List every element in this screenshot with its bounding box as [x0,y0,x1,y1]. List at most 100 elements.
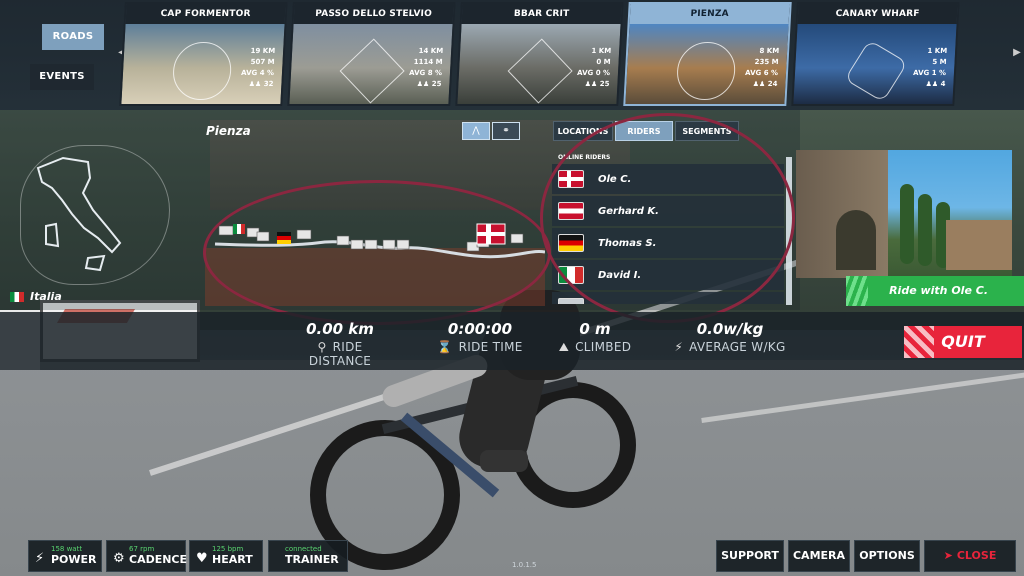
route-elevation: 507 M [250,58,275,66]
route-distance: 14 KM [418,47,444,55]
route-card[interactable]: PIENZA 8 KM 235 M AVG 6 % ♟♟ 24 [623,2,792,106]
roads-tab[interactable]: ROADS [42,24,104,50]
route-avg-grade: AVG 4 % [240,69,275,77]
power-value: 158 watt [51,545,83,553]
climbed-label: CLIMBED [575,340,632,354]
route-rider-count: 4 [940,80,946,88]
stat-average-wkg: 0.0w/kg ⚡ AVERAGE W/KG [670,320,790,354]
route-title: BBAR CRIT [461,4,622,24]
heart-label: HEART [212,553,253,566]
riders-icon: ♟♟ [416,80,432,88]
trainer-status: connected [285,545,322,553]
route-card[interactable]: BBAR CRIT 1 KM 0 M AVG 0 % ♟♟ 25 [455,2,624,106]
route-title: CANARY WHARF [797,4,958,24]
average-wkg-value: 0.0w/kg [696,320,764,338]
preview-arch [836,210,876,270]
route-elevation: 0 M [596,58,611,66]
stat-ride-distance: 0.00 km ⚲ RIDE DISTANCE [285,320,395,368]
trainer-sensor-button[interactable]: connected TRAINER [268,540,348,572]
riders-icon: ♟♟ [248,80,264,88]
route-rider-count: 25 [599,80,610,88]
ride-with-button[interactable]: Ride with Ole C. [846,276,1024,306]
heart-value: 125 bpm [212,545,244,553]
route-stats: 1 KM 0 M AVG 0 % ♟♟ 25 [576,46,611,90]
country-name: Italia [30,290,62,303]
highlight-ellipse-profile [203,180,551,325]
route-distance: 19 KM [250,47,276,55]
highlight-ellipse-riders [540,113,795,323]
route-distance: 8 KM [759,47,780,55]
app-version: 1.0.1.5 [512,561,537,569]
camera-button[interactable]: CAMERA [788,540,850,572]
trainer-label: TRAINER [285,553,339,566]
route-name: Pienza [206,124,251,138]
route-distance: 1 KM [927,47,948,55]
bike-view-icon[interactable]: ⚭ [492,122,520,140]
location-pin-icon: ⚲ [317,340,327,354]
route-avg-grade: AVG 0 % [576,69,611,77]
gear-icon: ⚙ [113,551,125,566]
support-button[interactable]: SUPPORT [716,540,784,572]
close-logo-icon: ➤ [943,549,953,562]
power-label: POWER [51,553,97,566]
route-distance: 1 KM [591,47,612,55]
events-tab[interactable]: EVENTS [30,64,94,90]
route-title: PASSO DELLO STELVIO [293,4,454,24]
riders-icon: ♟♟ [925,80,941,88]
country-flag-icon [558,298,584,304]
lightning-icon: ⚡ [35,551,45,566]
rider-shoe [480,450,528,472]
heart-icon: ♥ [196,551,208,566]
quit-label: QUIT [941,332,985,351]
mountain-icon: ⛰ [558,340,570,354]
cadence-value: 67 rpm [129,545,155,553]
close-button[interactable]: ➤ CLOSE [924,540,1016,572]
route-cards: CAP FORMENTOR 19 KM 507 M AVG 4 % ♟♟ 32 PASSO… [119,2,966,106]
italy-map-icon [36,156,122,272]
options-button[interactable]: OPTIONS [854,540,920,572]
hourglass-icon: ⌛ [437,340,453,354]
route-avg-grade: AVG 1 % [912,69,947,77]
ride-distance-value: 0.00 km [306,320,374,338]
quit-button[interactable]: QUIT [904,326,1022,358]
riders-icon: ♟♟ [584,80,600,88]
route-stats: 14 KM 1114 M AVG 8 % ♟♟ 25 [408,46,443,90]
route-elevation: 5 M [932,58,947,66]
route-title: PIENZA [629,4,790,24]
route-stats: 19 KM 507 M AVG 4 % ♟♟ 32 [240,46,275,90]
power-sensor-button[interactable]: ⚡ 158 watt POWER [28,540,102,572]
elevation-view-icon[interactable]: ⋀ [462,122,490,140]
route-avg-grade: AVG 8 % [408,69,443,77]
preview-building [946,220,1012,270]
route-rider-count: 32 [263,80,274,88]
rider-camera-preview [796,150,1012,278]
average-wkg-label: AVERAGE W/KG [689,340,786,354]
close-label: CLOSE [956,549,997,562]
route-elevation: 1114 M [413,58,443,66]
lightning-icon: ⚡ [674,340,684,354]
climbed-value: 0 m [579,320,611,338]
riders-icon: ♟♟ [752,80,768,88]
stat-ride-time: 0:00:00 ⌛ RIDE TIME [430,320,530,354]
route-card[interactable]: PASSO DELLO STELVIO 14 KM 1114 M AVG 8 % ♟♟ … [287,2,456,106]
country-label: Italia [10,290,62,303]
route-rider-count: 25 [431,80,442,88]
route-avg-grade: AVG 6 % [744,69,779,77]
route-stats: 1 KM 5 M AVG 1 % ♟♟ 4 [912,46,947,90]
route-stats: 8 KM 235 M AVG 6 % ♟♟ 24 [744,46,779,90]
route-card[interactable]: CANARY WHARF 1 KM 5 M AVG 1 % ♟♟ 4 [791,2,960,106]
route-card[interactable]: CAP FORMENTOR 19 KM 507 M AVG 4 % ♟♟ 32 [119,2,288,106]
route-rider-count: 24 [767,80,778,88]
ride-time-value: 0:00:00 [447,320,513,338]
route-title: CAP FORMENTOR [125,4,286,24]
cadence-sensor-button[interactable]: ⚙ 67 rpm CADENCE [106,540,188,572]
stat-climbed: 0 m ⛰ CLIMBED [545,320,645,355]
heart-sensor-button[interactable]: ♥ 125 bpm HEART [189,540,263,572]
route-elevation: 235 M [754,58,779,66]
preview-tree [918,194,932,266]
ride-time-label: RIDE TIME [458,340,523,354]
preview-tree [900,184,914,264]
scroll-right-icon[interactable]: ▶ [1012,45,1022,61]
cadence-label: CADENCE [129,553,188,566]
italy-flag-icon [10,292,24,302]
